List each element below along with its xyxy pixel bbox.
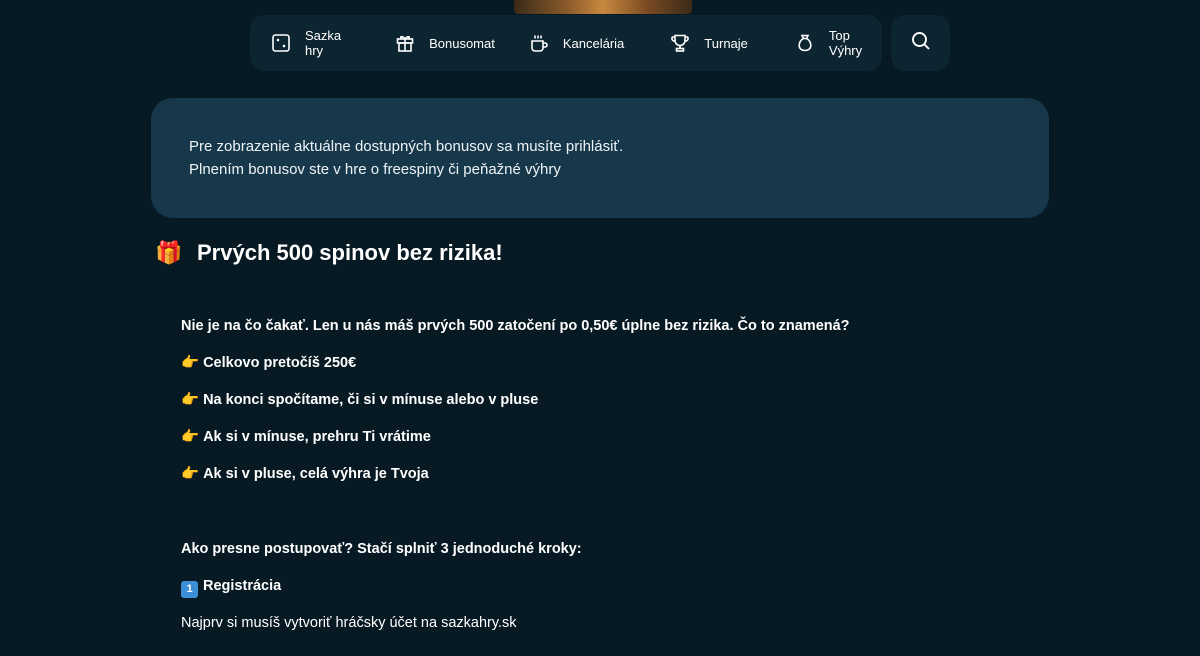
pointing-hand-icon: 👉 [181, 392, 200, 408]
nav-item-label: Turnaje [704, 35, 748, 51]
coffee-mug-icon [529, 33, 549, 53]
promo-header: 🎁 Prvých 500 spinov bez rizika! [155, 238, 503, 268]
promo-content: Nie je na čo čakať. Len u nás máš prvých… [181, 316, 1041, 633]
login-info-box: Pre zobrazenie aktuálne dostupných bonus… [151, 98, 1049, 218]
info-text-line: Pre zobrazenie aktuálne dostupných bonus… [189, 138, 624, 155]
nav-item-kancelaria[interactable]: Kancelária [529, 15, 624, 71]
promo-point-text: Na konci spočítame, či si v mínuse alebo… [203, 392, 539, 408]
pointing-hand-icon: 👉 [181, 355, 200, 371]
gift-emoji-icon: 🎁 [155, 240, 183, 266]
nav-item-label: Sazka hry [305, 28, 342, 58]
nav-item-top-vyhry[interactable]: Top Výhry [795, 15, 882, 71]
nav-item-bonusomat[interactable]: Bonusomat [395, 15, 495, 71]
info-text-line: Plnením bonusov ste v hre o freespiny či… [189, 161, 561, 178]
dice-icon [271, 33, 291, 53]
promo-point: 👉 Ak si v pluse, celá výhra je Tvoja [181, 464, 1041, 484]
promo-point: 👉 Na konci spočítame, či si v mínuse aleb… [181, 390, 1041, 410]
nav-item-turnaje[interactable]: Turnaje [670, 15, 748, 71]
promo-point-text: Ak si v mínuse, prehru Ti vrátime [203, 429, 431, 445]
search-button[interactable] [891, 15, 950, 71]
promo-point: 👉 Celkovo pretočíš 250€ [181, 353, 1041, 373]
pointing-hand-icon: 👉 [181, 466, 200, 482]
promo-point: 👉 Ak si v mínuse, prehru Ti vrátime [181, 427, 1041, 447]
step-text: Najprv si musíš vytvoriť hráčsky účet na… [181, 615, 517, 631]
nav-item-label: Kancelária [562, 35, 625, 51]
steps-intro: Ako presne postupovať? Stačí splniť 3 je… [181, 541, 582, 557]
pointing-hand-icon: 👉 [181, 429, 200, 445]
step-title-text: Registrácia [203, 578, 282, 594]
step-title: 1 Registrácia [181, 576, 1041, 598]
trophy-icon [670, 33, 690, 53]
promo-point-text: Celkovo pretočíš 250€ [203, 355, 357, 371]
main-navigation: Sazka hry Bonusomat Kancelária Turnaje T… [250, 15, 882, 71]
keycap-number-icon: 1 [181, 581, 198, 598]
nav-item-sazka-hry[interactable]: Sazka hry [271, 15, 358, 71]
promo-title: Prvých 500 spinov bez rizika! [197, 240, 503, 265]
promo-point-text: Ak si v pluse, celá výhra je Tvoja [203, 466, 429, 482]
money-bag-icon [795, 33, 815, 53]
promo-intro: Nie je na čo čakať. Len u nás máš prvých… [181, 318, 850, 334]
gift-icon [395, 33, 415, 53]
nav-item-label: Top Výhry [828, 28, 863, 58]
nav-item-label: Bonusomat [429, 35, 495, 51]
hero-image-fragment [514, 0, 692, 14]
search-icon [911, 31, 931, 55]
